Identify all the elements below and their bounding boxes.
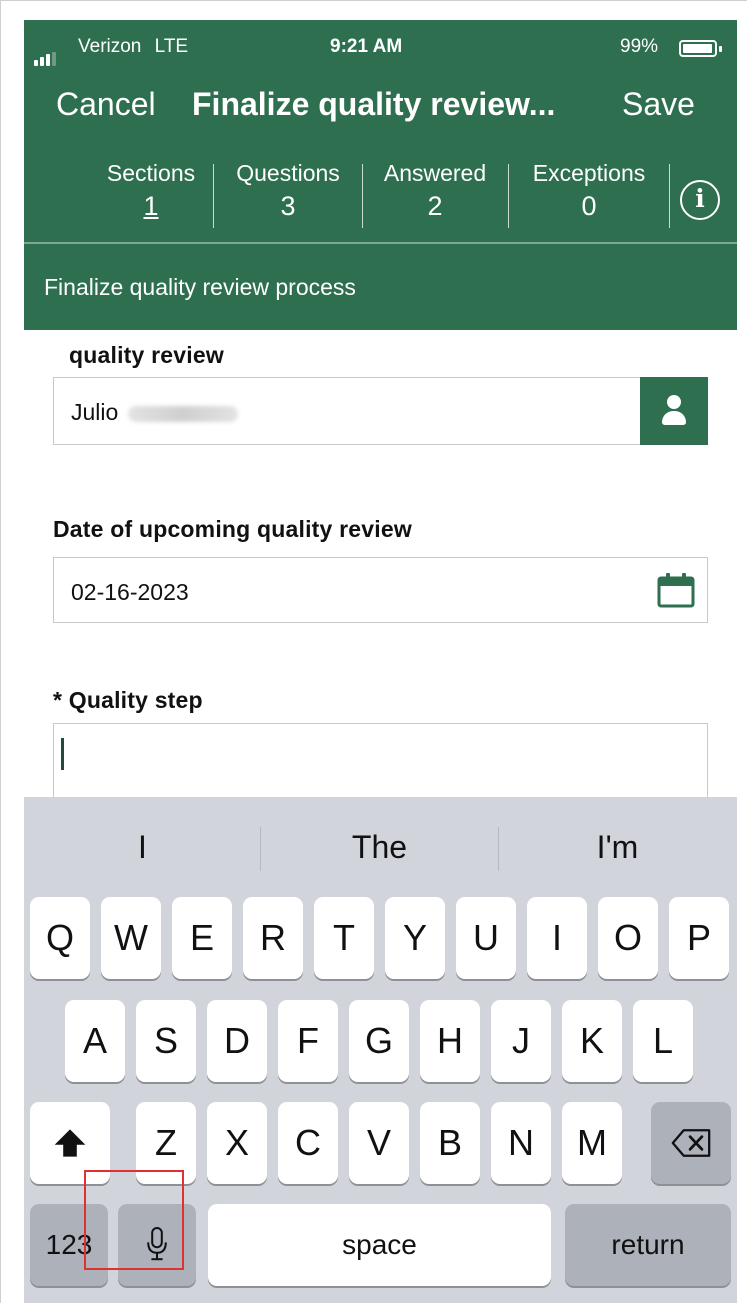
date-label: Date of upcoming quality review — [53, 516, 412, 542]
stat-label: Questions — [236, 160, 340, 186]
divider — [508, 164, 509, 228]
key-m[interactable]: M — [562, 1102, 622, 1184]
key-g[interactable]: G — [349, 1000, 409, 1082]
key-p[interactable]: P — [669, 897, 729, 979]
key-j[interactable]: J — [491, 1000, 551, 1082]
app-header: Verizon LTE 9:21 AM 99% Cancel Finalize … — [24, 20, 737, 330]
divider — [213, 164, 214, 228]
key-l[interactable]: L — [633, 1000, 693, 1082]
stat-label: Exceptions — [532, 160, 646, 186]
signal-icon — [34, 44, 58, 66]
status-time: 9:21 AM — [330, 36, 403, 57]
reviewer-field[interactable]: Julio — [53, 377, 708, 445]
stat-value: 0 — [581, 191, 597, 221]
key-r[interactable]: R — [243, 897, 303, 979]
suggestion-bar: I The I'm — [24, 821, 737, 871]
key-y[interactable]: Y — [385, 897, 445, 979]
shift-arrow-icon — [54, 1129, 86, 1157]
key-t[interactable]: T — [314, 897, 374, 979]
key-s[interactable]: S — [136, 1000, 196, 1082]
stat-questions: Questions 3 — [224, 160, 352, 222]
key-b[interactable]: B — [420, 1102, 480, 1184]
key-i[interactable]: I — [527, 897, 587, 979]
key-u[interactable]: U — [456, 897, 516, 979]
battery-percent: 99% — [620, 36, 659, 57]
key-c[interactable]: C — [278, 1102, 338, 1184]
suggestion-item[interactable]: The — [261, 829, 498, 866]
stat-value: 3 — [280, 191, 296, 221]
page-title: Finalize quality review... — [192, 86, 556, 122]
space-key[interactable]: space — [208, 1204, 551, 1286]
suggestion-item[interactable]: I — [24, 829, 261, 866]
section-title: Finalize quality review process — [44, 274, 356, 300]
divider — [362, 164, 363, 228]
key-v[interactable]: V — [349, 1102, 409, 1184]
info-icon[interactable]: i — [680, 180, 720, 220]
key-x[interactable]: X — [207, 1102, 267, 1184]
header-divider — [24, 242, 737, 244]
key-o[interactable]: O — [598, 897, 658, 979]
stat-sections[interactable]: Sections 1 — [86, 160, 216, 222]
carrier-name: Verizon — [78, 36, 142, 57]
network-type: LTE — [154, 36, 189, 57]
stat-label: Sections — [106, 160, 196, 186]
backspace-icon — [671, 1129, 711, 1157]
stat-answered: Answered 2 — [372, 160, 498, 222]
stat-exceptions: Exceptions 0 — [518, 160, 660, 222]
divider — [669, 164, 670, 228]
return-key[interactable]: return — [565, 1204, 731, 1286]
stat-value: 2 — [427, 191, 443, 221]
save-button[interactable]: Save — [622, 86, 695, 123]
quality-step-label: * Quality step — [53, 687, 203, 713]
stats-bar: Sections 1 Questions 3 Answered 2 Except… — [24, 160, 737, 230]
status-bar: Verizon LTE 9:21 AM 99% — [24, 34, 737, 66]
reviewer-label: quality review — [69, 342, 224, 368]
blurred-surname — [128, 406, 239, 422]
text-caret — [61, 738, 64, 770]
key-q[interactable]: Q — [30, 897, 90, 979]
user-picker-button[interactable] — [640, 377, 708, 445]
key-f[interactable]: F — [278, 1000, 338, 1082]
highlight-box — [84, 1170, 184, 1270]
nav-bar: Cancel Finalize quality review... Save — [24, 86, 737, 126]
stat-value[interactable]: 1 — [86, 191, 216, 222]
key-k[interactable]: K — [562, 1000, 622, 1082]
cancel-button[interactable]: Cancel — [56, 86, 156, 123]
backspace-key[interactable] — [651, 1102, 731, 1184]
calendar-icon[interactable] — [657, 572, 695, 608]
key-e[interactable]: E — [172, 897, 232, 979]
battery-icon — [679, 40, 717, 57]
key-a[interactable]: A — [65, 1000, 125, 1082]
date-value: 02-16-2023 — [71, 579, 189, 605]
key-n[interactable]: N — [491, 1102, 551, 1184]
suggestion-item[interactable]: I'm — [499, 829, 736, 866]
key-w[interactable]: W — [101, 897, 161, 979]
user-icon — [667, 395, 681, 409]
phone-screen: Verizon LTE 9:21 AM 99% Cancel Finalize … — [24, 20, 737, 1303]
key-h[interactable]: H — [420, 1000, 480, 1082]
reviewer-value: Julio — [71, 399, 119, 425]
key-d[interactable]: D — [207, 1000, 267, 1082]
date-field[interactable]: 02-16-2023 — [53, 557, 708, 623]
stat-label: Answered — [383, 160, 487, 186]
